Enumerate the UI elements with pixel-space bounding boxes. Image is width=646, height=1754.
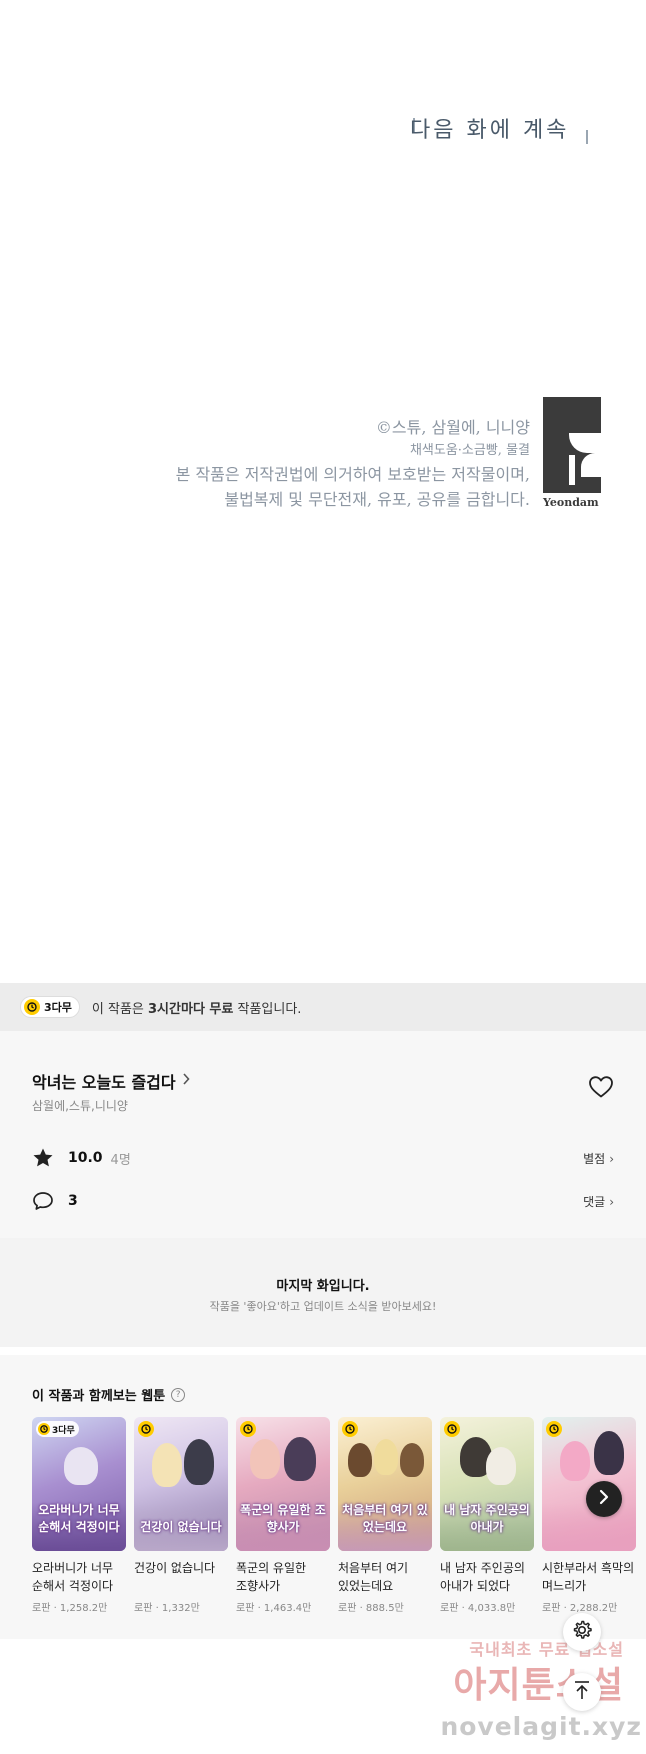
recommendation-card[interactable]: 내 남자 주인공의 아내가 내 남자 주인공의 아내가 되었다 로판 · 4,0… bbox=[440, 1417, 534, 1614]
copyright-line: 본 작품은 저작권법에 의거하여 보호받는 저작물이며, bbox=[175, 465, 530, 484]
cover-title-art: 내 남자 주인공의 아내가 bbox=[444, 1503, 530, 1534]
rating-row: 10.0 4명 별점 › bbox=[32, 1145, 614, 1171]
cover-title-art: 처음부터 여기 있었는데요 bbox=[342, 1503, 428, 1534]
cover-title-art: 건강이 없습니다 bbox=[140, 1520, 222, 1534]
chevron-right-icon: › bbox=[609, 1194, 614, 1209]
card-title: 건강이 없습니다 bbox=[134, 1561, 216, 1575]
star-icon bbox=[32, 1147, 54, 1169]
carousel-next-button[interactable] bbox=[586, 1481, 622, 1517]
bracket-mark-right bbox=[586, 130, 588, 144]
comments-link[interactable]: 댓글 › bbox=[583, 1193, 614, 1210]
to-be-continued-text: 다음 화에 계속 bbox=[410, 118, 570, 143]
chevron-right-icon: › bbox=[609, 1151, 614, 1166]
clock-icon bbox=[546, 1421, 562, 1437]
card-title: 처음부터 여기 있었는데요 bbox=[338, 1561, 409, 1593]
chevron-right-icon bbox=[182, 1073, 190, 1089]
clock-icon bbox=[24, 999, 40, 1015]
card-title: 폭군의 유일한 조향사가 되었습니다 bbox=[236, 1561, 307, 1593]
card-title: 시한부라서 흑막의 며느리가 되었는데요 bbox=[542, 1561, 635, 1593]
card-meta: 로판 · 888.5만 bbox=[338, 1603, 404, 1614]
last-episode-title: 마지막 화입니다. bbox=[276, 1279, 370, 1294]
work-info-section: 악녀는 오늘도 즐겁다 삼월에,스튜,니니양 10.0 4명 별점 › 3 댓글 › bbox=[0, 1031, 646, 1238]
work-authors: 삼월에,스튜,니니양 bbox=[32, 1099, 128, 1113]
clock-icon bbox=[38, 1423, 50, 1435]
clock-icon bbox=[342, 1421, 358, 1437]
yeondam-logo: Yeondam bbox=[543, 397, 601, 509]
copyright-line: ©스튜, 삼월에, 니니양 bbox=[375, 418, 530, 437]
copyright-block: ©스튜, 삼월에, 니니양 채색도움·소금빵, 물결 본 작품은 저작권법에 의… bbox=[176, 416, 530, 512]
recommendation-card[interactable]: 오라버니가 너무 순해서 걱정이다 3다무 오라버니가 너무 순해서 걱정이다 … bbox=[32, 1417, 126, 1614]
clock-icon bbox=[240, 1421, 256, 1437]
comment-row: 3 댓글 › bbox=[32, 1188, 614, 1214]
clock-icon bbox=[138, 1421, 154, 1437]
card-thumbnail: 처음부터 여기 있었는데요 bbox=[338, 1417, 432, 1551]
work-title: 악녀는 오늘도 즐겁다 bbox=[32, 1073, 176, 1092]
card-thumbnail: 오라버니가 너무 순해서 걱정이다 3다무 bbox=[32, 1417, 126, 1551]
arrow-up-icon bbox=[572, 1679, 592, 1705]
card-meta: 로판 · 4,033.8만 bbox=[440, 1603, 516, 1614]
work-title-link[interactable]: 악녀는 오늘도 즐겁다 bbox=[32, 1069, 190, 1093]
free-wait-banner: 3다무 이 작품은 3시간마다 무료 작품입니다. bbox=[0, 983, 646, 1031]
site-watermark: 국내최초 무료 웹소설 아지툰소설 novelagit.xyz bbox=[438, 1632, 646, 1754]
card-meta: 로판 · 2,288.2만 bbox=[542, 1603, 618, 1614]
recommendation-carousel[interactable]: 오라버니가 너무 순해서 걱정이다 3다무 오라버니가 너무 순해서 걱정이다 … bbox=[32, 1417, 646, 1632]
comment-count: 3 bbox=[68, 1193, 78, 1209]
copyright-line: 불법복제 및 무단전재, 유포, 공유를 금합니다. bbox=[224, 490, 530, 509]
card-meta: 로판 · 1,463.4만 bbox=[236, 1603, 312, 1614]
recommendation-card[interactable]: 건강이 없습니다 건강이 없습니다 로판 · 1,332만 bbox=[134, 1417, 228, 1614]
wait-free-badge: 3다무 bbox=[36, 1421, 79, 1437]
comment-bubble-icon bbox=[32, 1190, 54, 1212]
help-icon[interactable]: ? bbox=[171, 1387, 186, 1402]
chevron-right-icon bbox=[598, 1489, 610, 1509]
wait-free-badge: 3다무 bbox=[20, 996, 80, 1018]
cover-title-art: 폭군의 유일한 조향사가 bbox=[240, 1503, 326, 1534]
card-meta: 로판 · 1,258.2만 bbox=[32, 1603, 108, 1614]
wait-free-badge-label: 3다무 bbox=[44, 1001, 72, 1014]
card-meta: 로판 · 1,332만 bbox=[134, 1603, 200, 1614]
yeondam-logo-text: Yeondam bbox=[543, 496, 599, 509]
card-thumbnail: 건강이 없습니다 bbox=[134, 1417, 228, 1551]
recommendation-card[interactable]: 시한부라서 흑막의 며느리가 되었는데요 로판 · 2,288.2만 bbox=[542, 1417, 636, 1614]
viewer-settings-button[interactable] bbox=[563, 1613, 601, 1651]
yeondam-logo-mark bbox=[543, 397, 601, 493]
recommendation-card[interactable]: 폭군의 유일한 조향사가 폭군의 유일한 조향사가 되었습니다 로판 · 1,4… bbox=[236, 1417, 330, 1614]
rating-score: 10.0 bbox=[68, 1150, 103, 1166]
card-thumbnail: 폭군의 유일한 조향사가 bbox=[236, 1417, 330, 1551]
recommendations-section: 이 작품과 함께보는 웹툰 ? 오라버니가 너무 순해서 걱정이다 3다무 오라… bbox=[0, 1347, 646, 1639]
cover-title-art: 오라버니가 너무 순해서 걱정이다 bbox=[38, 1503, 120, 1534]
last-episode-notice: 마지막 화입니다. 작품을 '좋아요'하고 업데이트 소식을 받아보세요! bbox=[0, 1238, 646, 1347]
rating-count: 4명 bbox=[110, 1152, 131, 1168]
last-episode-subtitle: 작품을 '좋아요'하고 업데이트 소식을 받아보세요! bbox=[209, 1300, 437, 1313]
card-thumbnail: 내 남자 주인공의 아내가 bbox=[440, 1417, 534, 1551]
comic-panel: 다음 화에 계속 ©스튜, 삼월에, 니니양 채색도움·소금빵, 물결 본 작품… bbox=[0, 0, 646, 983]
card-title: 내 남자 주인공의 아내가 되었다 bbox=[440, 1561, 525, 1593]
card-title: 오라버니가 너무 순해서 걱정이다 bbox=[32, 1561, 114, 1593]
card-thumbnail bbox=[542, 1417, 636, 1551]
scroll-to-top-button[interactable] bbox=[563, 1673, 601, 1711]
free-banner-text: 이 작품은 3시간마다 무료 작품입니다. bbox=[91, 1001, 302, 1017]
recommendation-card[interactable]: 처음부터 여기 있었는데요 처음부터 여기 있었는데요 로판 · 888.5만 bbox=[338, 1417, 432, 1614]
watermark-url: novelagit.xyz bbox=[440, 1712, 642, 1741]
recommendations-heading: 이 작품과 함께보는 웹툰 ? bbox=[32, 1385, 186, 1404]
like-heart-icon[interactable] bbox=[588, 1075, 614, 1099]
copyright-line: 채색도움·소금빵, 물결 bbox=[409, 443, 530, 458]
clock-icon bbox=[444, 1421, 460, 1437]
rate-link[interactable]: 별점 › bbox=[583, 1150, 614, 1167]
gear-icon bbox=[571, 1619, 593, 1645]
